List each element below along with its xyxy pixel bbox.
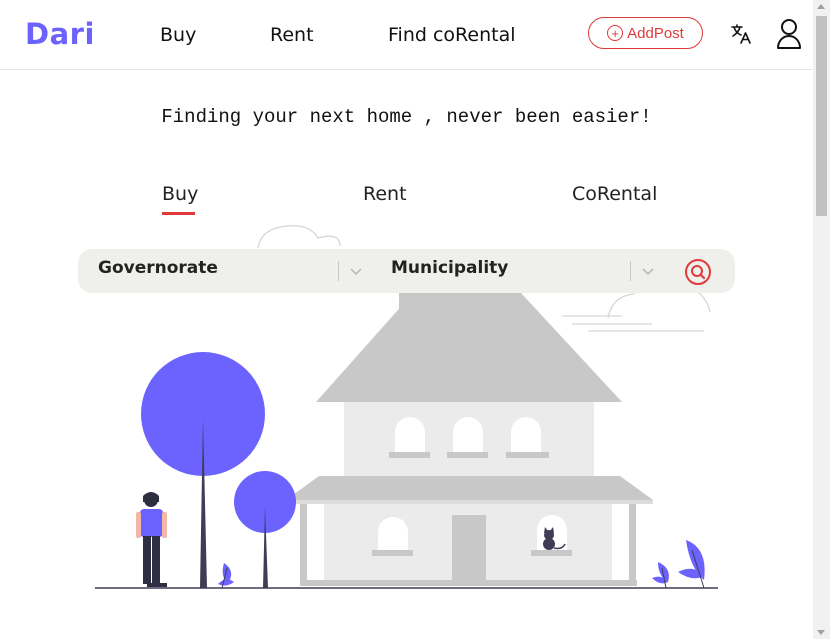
chevron-down-icon[interactable]: [348, 263, 364, 279]
municipality-select[interactable]: Municipality: [391, 258, 508, 278]
scroll-up-arrow-icon[interactable]: [817, 4, 825, 9]
governorate-select[interactable]: Governorate: [98, 258, 218, 278]
scroll-down-arrow-icon[interactable]: [817, 630, 825, 635]
search-icon[interactable]: [684, 258, 712, 286]
vertical-scrollbar[interactable]: [813, 0, 830, 639]
search-bar: Governorate Municipality: [78, 249, 735, 293]
house-illustration: [95, 225, 718, 589]
chevron-down-icon[interactable]: [640, 263, 656, 279]
select-separator: [338, 261, 339, 281]
select-separator: [630, 261, 631, 281]
scrollbar-thumb[interactable]: [816, 16, 827, 216]
